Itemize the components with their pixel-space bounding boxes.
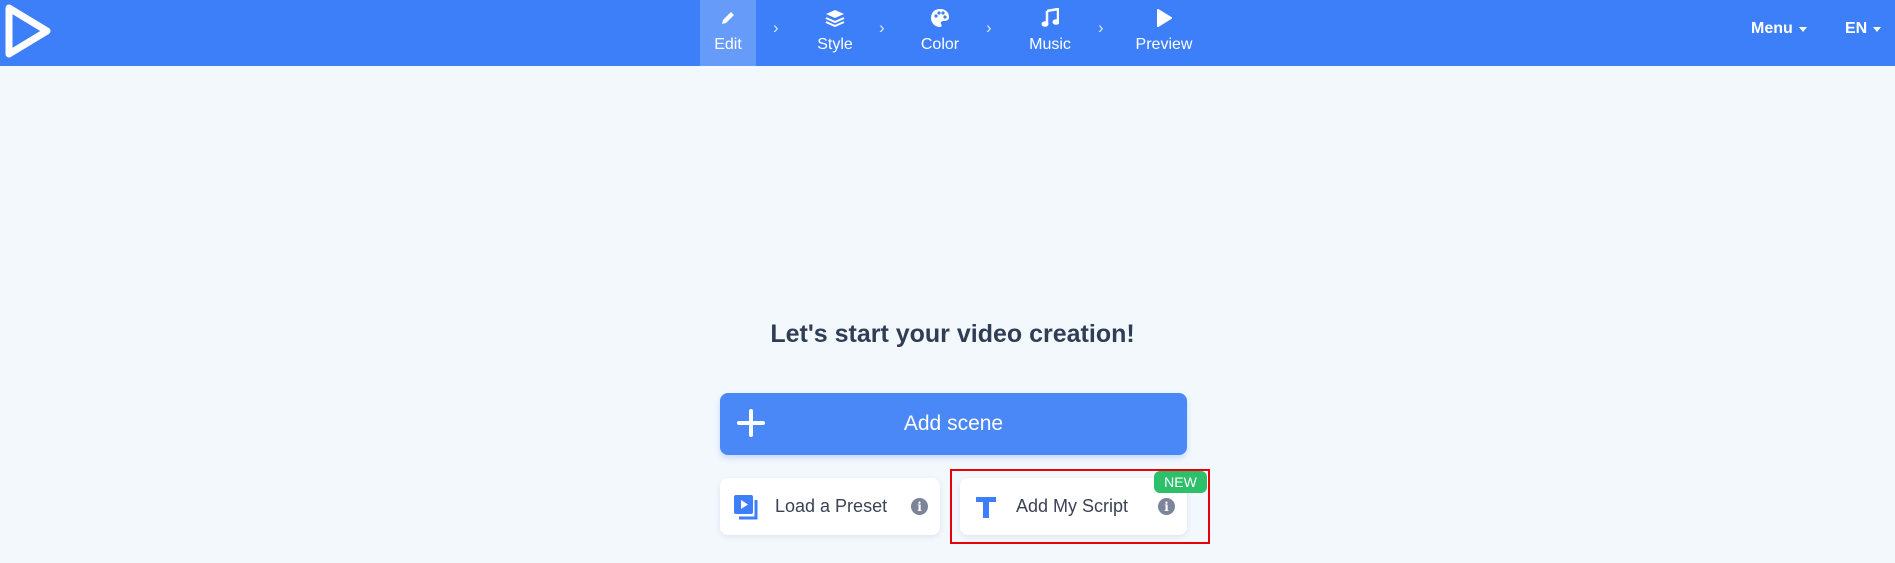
chevron-right-icon: › <box>773 18 779 37</box>
page-heading: Let's start your video creation! <box>770 320 1135 348</box>
load-preset-label: Load a Preset <box>775 496 888 516</box>
step-color-label: Color <box>920 36 960 53</box>
step-music[interactable]: Music <box>1017 0 1083 66</box>
add-scene-button[interactable]: Add scene <box>720 393 1187 455</box>
step-music-label: Music <box>1029 36 1071 53</box>
highlight-box <box>950 469 1210 544</box>
step-preview[interactable]: Preview <box>1128 0 1200 66</box>
add-scene-label: Add scene <box>903 412 1004 435</box>
play-icon <box>1153 7 1175 29</box>
menu-dropdown[interactable]: Menu <box>1751 20 1807 38</box>
info-icon[interactable]: i <box>911 498 928 515</box>
language-dropdown[interactable]: EN <box>1845 20 1882 38</box>
caret-down-icon <box>1873 26 1882 32</box>
chevron-right-icon: › <box>879 18 885 37</box>
chevron-right-icon: › <box>986 18 992 37</box>
step-style[interactable]: Style <box>804 0 866 66</box>
preset-library-icon <box>734 495 758 520</box>
app-logo-icon[interactable] <box>5 4 51 58</box>
top-navigation-bar: Edit › Style › Color › Music › Preview M… <box>0 0 1895 66</box>
pencil-icon <box>717 7 739 29</box>
caret-down-icon <box>1798 26 1807 32</box>
music-note-icon <box>1039 7 1061 29</box>
menu-label: Menu <box>1751 20 1793 37</box>
step-edit-label: Edit <box>714 36 742 53</box>
load-preset-button[interactable]: Load a Preset i <box>720 478 940 535</box>
palette-icon <box>929 7 951 29</box>
step-preview-label: Preview <box>1135 36 1193 53</box>
step-style-label: Style <box>817 36 853 53</box>
layers-icon <box>824 7 846 29</box>
step-color[interactable]: Color <box>909 0 971 66</box>
chevron-right-icon: › <box>1098 18 1104 37</box>
step-edit[interactable]: Edit <box>700 0 756 66</box>
language-label: EN <box>1845 20 1868 37</box>
